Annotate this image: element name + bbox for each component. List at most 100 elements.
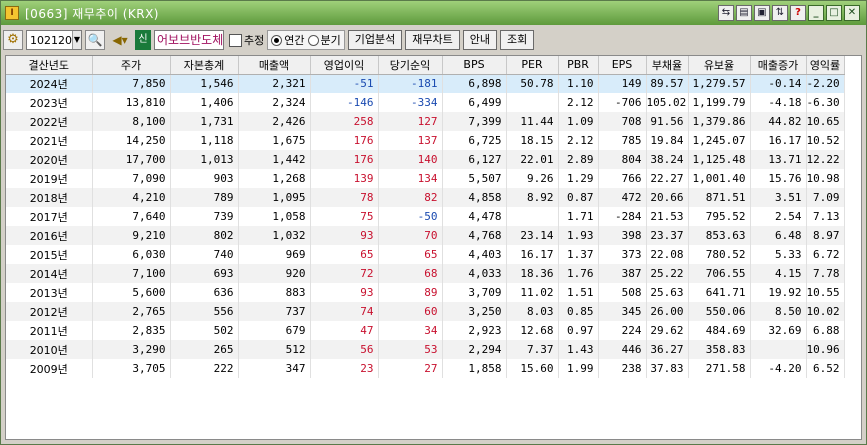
table-cell: 3,290: [92, 340, 171, 359]
column-header[interactable]: 결산년도: [6, 56, 93, 75]
table-cell: 23.37: [646, 226, 689, 245]
maximize-icon[interactable]: □: [826, 5, 842, 21]
column-header[interactable]: 주가: [92, 56, 171, 75]
table-cell: 3,250: [442, 302, 507, 321]
link-icon[interactable]: ⇆: [718, 5, 734, 21]
checkbox-box[interactable]: [229, 33, 242, 47]
table-row[interactable]: 2012년 2,765 556 737 74 60 3,250 8.03 0.85 345 26.0…: [6, 302, 845, 321]
window: I [0663] 재무추이 (KRX) ⇆ ▤ ▣ ⇅ ? _ □ ✕ ⚙ 10…: [0, 0, 867, 445]
column-header[interactable]: PER: [506, 56, 559, 75]
table-cell: 1.99: [558, 359, 599, 378]
table-cell: 387: [598, 264, 647, 283]
table-cell: 7.37: [506, 340, 559, 359]
table-cell: 2016년: [6, 226, 93, 245]
table-row[interactable]: 2021년 14,250 1,118 1,675 176 137 6,725 18.15 2.1…: [6, 131, 845, 150]
save-icon[interactable]: ▣: [754, 5, 770, 21]
table-cell: 44.82: [750, 112, 807, 131]
help-icon[interactable]: ?: [790, 5, 806, 21]
column-header[interactable]: 영익률: [806, 56, 845, 75]
minimize-icon[interactable]: _: [808, 5, 824, 21]
table-cell: 903: [170, 169, 239, 188]
table-cell: 8.03: [506, 302, 559, 321]
table-cell: 1,279.57: [688, 74, 751, 93]
table-cell: 2,835: [92, 321, 171, 340]
table-cell: 16.17: [750, 131, 807, 150]
table-row[interactable]: 2013년 5,600 636 883 93 89 3,709 11.02 1.51 508 25.…: [6, 283, 845, 302]
table-row[interactable]: 2011년 2,835 502 679 47 34 2,923 12.68 0.97 224 29.…: [6, 321, 845, 340]
table-cell: 32.69: [750, 321, 807, 340]
table-cell: 1.09: [558, 112, 599, 131]
table-row[interactable]: 2010년 3,290 265 512 56 53 2,294 7.37 1.43 446 36.2…: [6, 340, 845, 359]
table-cell: 789: [170, 188, 239, 207]
share-icon[interactable]: ⇅: [772, 5, 788, 21]
table-cell: 1,001.40: [688, 169, 751, 188]
stock-code-value: 102120: [30, 33, 72, 47]
column-header[interactable]: 당기순익: [378, 56, 443, 75]
column-header[interactable]: 영업이익: [310, 56, 379, 75]
column-header[interactable]: 매출액: [238, 56, 311, 75]
table-cell: 766: [598, 169, 647, 188]
table-cell: 93: [310, 283, 379, 302]
table-cell: 127: [378, 112, 443, 131]
table-cell: 2009년: [6, 359, 93, 378]
column-header[interactable]: 자본총계: [170, 56, 239, 75]
table-cell: 29.62: [646, 321, 689, 340]
search-icon[interactable]: 🔍: [85, 30, 105, 50]
gear-icon[interactable]: ⚙: [3, 30, 23, 50]
radio-annual-dot[interactable]: [271, 34, 283, 46]
radio-quarter[interactable]: 분기: [307, 32, 341, 48]
table-cell: 1.51: [558, 283, 599, 302]
table-cell: 22.01: [506, 150, 559, 169]
table-row[interactable]: 2023년 13,810 1,406 2,324 -146 -334 6,499 2.12 -7…: [6, 93, 845, 112]
table-row[interactable]: 2019년 7,090 903 1,268 139 134 5,507 9.26 1.29 766…: [6, 169, 845, 188]
stock-name-field[interactable]: 어보브반도체: [154, 30, 224, 50]
chevron-down-icon[interactable]: ▼: [72, 31, 81, 49]
table-cell: 25.63: [646, 283, 689, 302]
finance-chart-button[interactable]: 재무차트: [405, 30, 460, 50]
table-cell: 265: [170, 340, 239, 359]
radio-annual[interactable]: 연간: [271, 32, 305, 48]
table-row[interactable]: 2024년 7,850 1,546 2,321 -51 -181 6,898 50.78 1.1…: [6, 74, 845, 93]
table-row[interactable]: 2016년 9,210 802 1,032 93 70 4,768 23.14 1.93 398 2…: [6, 226, 845, 245]
table-cell: 6,898: [442, 74, 507, 93]
speaker-icon[interactable]: ◀▾: [108, 30, 132, 50]
table-cell: 72: [310, 264, 379, 283]
finance-grid[interactable]: 결산년도 주가 자본총계 매출액 영업이익 당기순익 BPS PER PBR EPS 부채율 유보율 매…: [5, 55, 862, 440]
table-cell: 8.50: [750, 302, 807, 321]
corp-analysis-button[interactable]: 기업분석: [347, 30, 403, 50]
table-cell: 2.12: [558, 131, 599, 150]
guide-button[interactable]: 안내: [462, 30, 497, 50]
table-cell: 7.13: [806, 207, 845, 226]
table-cell: 2,294: [442, 340, 507, 359]
table-row[interactable]: 2020년 17,700 1,013 1,442 176 140 6,127 22.01 2.8…: [6, 150, 845, 169]
search-button[interactable]: 조회: [499, 30, 535, 50]
column-header[interactable]: 매출증가: [750, 56, 807, 75]
table-row[interactable]: 2009년 3,705 222 347 23 27 1,858 15.60 1.99 238 37.…: [6, 359, 845, 378]
table-cell: 969: [238, 245, 311, 264]
table-row[interactable]: 2017년 7,640 739 1,058 75 -50 4,478 1.71 -284 21.5…: [6, 207, 845, 226]
column-header[interactable]: 유보율: [688, 56, 751, 75]
table-cell: 11.02: [506, 283, 559, 302]
close-icon[interactable]: ✕: [844, 5, 860, 21]
stock-code-input[interactable]: 102120 ▼: [26, 30, 82, 50]
title-bar[interactable]: I [0663] 재무추이 (KRX) ⇆ ▤ ▣ ⇅ ? _ □ ✕: [1, 1, 866, 25]
table-row[interactable]: 2014년 7,100 693 920 72 68 4,033 18.36 1.76 387 25.…: [6, 264, 845, 283]
table-cell: 10.96: [806, 340, 845, 359]
column-header[interactable]: BPS: [442, 56, 507, 75]
table-row[interactable]: 2018년 4,210 789 1,095 78 82 4,858 8.92 0.87 472 20…: [6, 188, 845, 207]
table-row[interactable]: 2022년 8,100 1,731 2,426 258 127 7,399 11.44 1.09…: [6, 112, 845, 131]
table-cell: 2015년: [6, 245, 93, 264]
print-icon[interactable]: ▤: [736, 5, 752, 21]
table-row[interactable]: 2015년 6,030 740 969 65 65 4,403 16.17 1.37 373 22.…: [6, 245, 845, 264]
table-cell: 2022년: [6, 112, 93, 131]
column-header[interactable]: EPS: [598, 56, 647, 75]
estimate-checkbox[interactable]: 추정: [229, 32, 264, 48]
table-cell: 785: [598, 131, 647, 150]
column-header[interactable]: 부채율: [646, 56, 689, 75]
radio-quarter-dot[interactable]: [307, 34, 319, 46]
table-cell: 3.51: [750, 188, 807, 207]
table-cell: 1.76: [558, 264, 599, 283]
table-cell: 2011년: [6, 321, 93, 340]
column-header[interactable]: PBR: [558, 56, 599, 75]
table-cell: -4.20: [750, 359, 807, 378]
